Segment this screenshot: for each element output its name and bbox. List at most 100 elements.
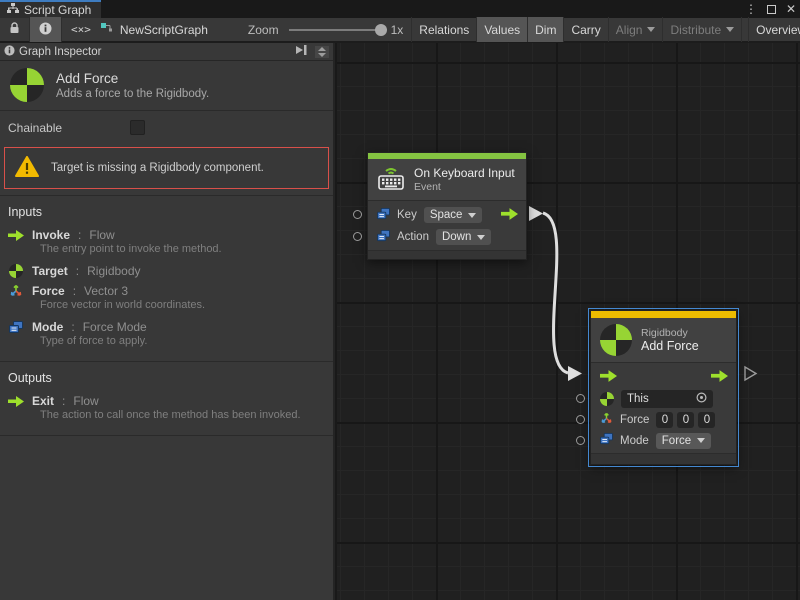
port-row: Target : Rigidbody — [0, 261, 333, 281]
port-row: Mode : Force Mode Type of force to apply… — [0, 317, 333, 353]
action-input-port[interactable] — [353, 232, 362, 241]
key-dropdown[interactable]: Space — [424, 207, 483, 223]
window-menu-icon[interactable]: ⋮ — [745, 0, 757, 18]
key-input-port[interactable] — [353, 210, 362, 219]
maximize-icon[interactable] — [767, 5, 776, 14]
values-button[interactable]: Values — [477, 17, 528, 42]
on-keyboard-input-node[interactable]: On Keyboard Input Event Key Space Action… — [367, 152, 527, 260]
preview-code-button[interactable]: <×> — [62, 17, 100, 42]
lock-button[interactable] — [0, 17, 30, 42]
unit-title: Add Force — [56, 71, 209, 86]
action-row: Action Down — [368, 226, 526, 248]
target-input-port[interactable] — [576, 394, 585, 403]
enum-icon — [600, 433, 613, 448]
node-footer — [591, 453, 736, 464]
warning-icon — [15, 156, 39, 180]
port-row: Force : Vector 3 Force vector in world c… — [0, 281, 333, 317]
add-force-node[interactable]: Rigidbody Add Force This — [590, 310, 737, 465]
graph-toolbar: <×> NewScriptGraph Zoom 1x Relations Val… — [0, 18, 800, 43]
unit-summary: Add Force Adds a force to the Rigidbody. — [0, 61, 333, 111]
enum-icon — [377, 230, 390, 245]
object-picker-icon[interactable] — [696, 392, 707, 406]
rigidbody-icon — [600, 392, 614, 406]
flow-output-arrow[interactable] — [711, 370, 728, 385]
target-field[interactable]: This — [621, 390, 713, 408]
port-row: Exit : Flow The action to call once the … — [0, 391, 333, 427]
keyboard-icon — [377, 165, 405, 194]
overview-button[interactable]: Overview — [748, 17, 800, 42]
chainable-checkbox[interactable] — [130, 120, 145, 135]
warning-text: Target is missing a Rigidbody component. — [51, 162, 264, 174]
graph-tab-icon — [7, 3, 19, 17]
inspector-title: Graph Inspector — [19, 46, 294, 58]
flow-arrow-icon — [8, 396, 24, 407]
node-body: This Force 0 0 0 Mode Force — [591, 363, 736, 453]
inspector-toggle-button[interactable] — [30, 17, 62, 42]
chainable-row: Chainable — [0, 111, 333, 144]
node-body: Key Space Action Down — [368, 201, 526, 250]
connection-end-arrow — [568, 366, 582, 381]
zoom-value: 1x — [391, 23, 404, 37]
graph-inspector-panel: Graph Inspector Add Force Adds a force t… — [0, 43, 335, 600]
collapse-panel-icon[interactable] — [294, 44, 309, 59]
rigidbody-icon — [10, 68, 44, 102]
warning-box: Target is missing a Rigidbody component. — [4, 147, 329, 189]
enum-icon — [377, 208, 390, 223]
graph-canvas[interactable]: On Keyboard Input Event Key Space Action… — [337, 43, 800, 600]
flow-input-arrow[interactable] — [600, 370, 617, 385]
mode-input-port[interactable] — [576, 436, 585, 445]
window-controls: ⋮ ✕ — [745, 0, 796, 18]
dim-button[interactable]: Dim — [528, 17, 564, 42]
outputs-heading: Outputs — [0, 369, 333, 391]
port-row: Invoke : Flow The entry point to invoke … — [0, 225, 333, 261]
force-input-port[interactable] — [576, 415, 585, 424]
unit-description: Adds a force to the Rigidbody. — [56, 88, 209, 100]
node-footer — [368, 250, 526, 259]
mode-dropdown[interactable]: Force — [656, 433, 711, 449]
rigidbody-icon — [8, 264, 24, 278]
flow-output-arrow[interactable] — [501, 208, 518, 223]
target-row: This — [591, 388, 736, 409]
carry-button[interactable]: Carry — [564, 17, 608, 42]
chevron-down-icon — [477, 235, 485, 240]
zoom-slider[interactable] — [289, 29, 385, 31]
flow-connection[interactable] — [543, 213, 568, 373]
node-title: Add Force — [641, 339, 699, 353]
info-icon — [4, 45, 15, 59]
close-icon[interactable]: ✕ — [786, 0, 796, 18]
code-icon: <×> — [71, 23, 91, 36]
vector3-icon — [600, 412, 613, 428]
node-kind: Rigidbody — [641, 327, 699, 339]
node-subtitle: Event — [414, 181, 515, 193]
script-graph-asset-icon — [100, 22, 114, 38]
key-row: Key Space — [368, 204, 526, 226]
relations-button[interactable]: Relations — [411, 17, 477, 42]
zoom-slider-knob[interactable] — [375, 24, 387, 36]
chevron-down-icon — [726, 27, 734, 32]
enum-icon — [8, 321, 24, 334]
tab-script-graph[interactable]: Script Graph — [0, 0, 101, 18]
panel-spinner[interactable] — [315, 46, 329, 58]
inputs-section: Inputs Invoke : Flow The entry point to … — [0, 195, 333, 361]
flow-output-port[interactable] — [745, 367, 756, 380]
node-title: On Keyboard Input — [414, 166, 515, 180]
inspector-header: Graph Inspector — [0, 43, 333, 61]
vector3-icon — [8, 284, 24, 298]
tab-title: Script Graph — [24, 3, 91, 17]
force-row: Force 0 0 0 — [591, 409, 736, 430]
tab-bar: Script Graph ⋮ ✕ — [0, 0, 800, 18]
force-y-field[interactable]: 0 — [677, 412, 694, 428]
flow-arrow-icon — [8, 230, 24, 241]
script-graph-window: Script Graph ⋮ ✕ <×> NewScriptGraph — [0, 0, 800, 600]
align-dropdown[interactable]: Align — [609, 17, 664, 42]
distribute-dropdown[interactable]: Distribute — [663, 17, 742, 42]
zoom-control: Zoom 1x — [248, 23, 403, 37]
force-z-field[interactable]: 0 — [698, 412, 715, 428]
graph-name-label[interactable]: NewScriptGraph — [120, 23, 208, 37]
action-dropdown[interactable]: Down — [436, 229, 491, 245]
info-icon — [39, 22, 52, 38]
lock-icon — [9, 22, 20, 37]
warning-color-strip — [591, 311, 736, 318]
force-x-field[interactable]: 0 — [656, 412, 673, 428]
connection-start-arrow — [529, 206, 543, 221]
